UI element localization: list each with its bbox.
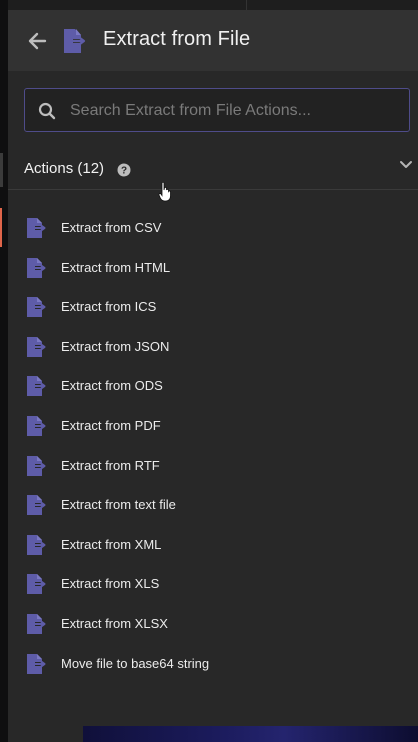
left-edge bbox=[0, 0, 8, 742]
list-item-label: Extract from ODS bbox=[61, 378, 163, 394]
list-item-label: Extract from XML bbox=[61, 536, 162, 552]
file-export-icon bbox=[27, 415, 46, 436]
list-item-label: Move file to base64 string bbox=[61, 655, 210, 671]
list-item-label: Extract from text file bbox=[61, 497, 176, 513]
list-item[interactable]: Extract from XML bbox=[8, 525, 418, 565]
list-item[interactable]: Move file to base64 string bbox=[8, 644, 418, 684]
list-item[interactable]: Extract from RTF bbox=[8, 446, 418, 486]
list-item-label: Extract from XLSX bbox=[61, 615, 168, 631]
svg-text:?: ? bbox=[121, 166, 127, 177]
search-input[interactable] bbox=[68, 95, 402, 127]
list-item[interactable]: Extract from JSON bbox=[8, 327, 418, 367]
list-item-label: Extract from ICS bbox=[61, 299, 157, 315]
file-export-icon bbox=[27, 613, 46, 634]
file-export-icon bbox=[27, 534, 46, 555]
file-export-icon bbox=[27, 218, 46, 238]
file-export-icon bbox=[27, 455, 46, 476]
page-title: Extract from File bbox=[103, 28, 251, 50]
file-export-icon bbox=[64, 29, 86, 53]
actions-list: Extract from CSV Extract from HTML Extra… bbox=[0, 208, 418, 684]
list-item-label: Extract from JSON bbox=[61, 338, 170, 354]
section-title: Actions (12) bbox=[24, 160, 105, 177]
list-item[interactable]: Extract from CSV bbox=[0, 208, 418, 248]
list-item[interactable]: Extract from XLS bbox=[8, 564, 418, 604]
list-item[interactable]: Extract from XLSX bbox=[8, 604, 418, 644]
mouse-pointer-icon bbox=[158, 182, 171, 202]
section-accent bbox=[0, 153, 3, 187]
file-export-icon bbox=[27, 297, 46, 318]
file-export-icon bbox=[27, 495, 46, 516]
panel-header: Extract from File bbox=[8, 10, 418, 71]
chevron-down-icon[interactable] bbox=[398, 157, 414, 173]
list-item-label: Extract from PDF bbox=[61, 417, 161, 433]
file-export-icon bbox=[27, 653, 46, 674]
file-export-icon bbox=[27, 376, 46, 397]
file-export-icon bbox=[27, 336, 46, 357]
list-item-label: Extract from RTF bbox=[61, 457, 160, 473]
nodes-panel: Extract from File Actions (12) ? Extract… bbox=[0, 0, 418, 742]
list-item[interactable]: Extract from ICS bbox=[8, 287, 418, 327]
list-item-label: Extract from XLS bbox=[61, 576, 160, 592]
back-arrow-icon[interactable] bbox=[26, 30, 48, 52]
background-canvas-image bbox=[83, 726, 418, 742]
file-export-icon bbox=[27, 574, 46, 595]
list-item[interactable]: Extract from ODS bbox=[8, 366, 418, 406]
list-item-label: Extract from HTML bbox=[61, 259, 171, 275]
file-export-icon bbox=[27, 257, 46, 278]
search-box bbox=[24, 88, 410, 132]
list-item[interactable]: Extract from HTML bbox=[8, 248, 418, 288]
help-icon[interactable]: ? bbox=[117, 163, 131, 177]
top-strip bbox=[8, 0, 418, 10]
list-item-label: Extract from CSV bbox=[61, 220, 162, 235]
list-item[interactable]: Extract from PDF bbox=[8, 406, 418, 446]
actions-section-header[interactable]: Actions (12) ? bbox=[0, 147, 418, 190]
search-icon bbox=[38, 102, 56, 120]
list-item[interactable]: Extract from text file bbox=[8, 485, 418, 525]
